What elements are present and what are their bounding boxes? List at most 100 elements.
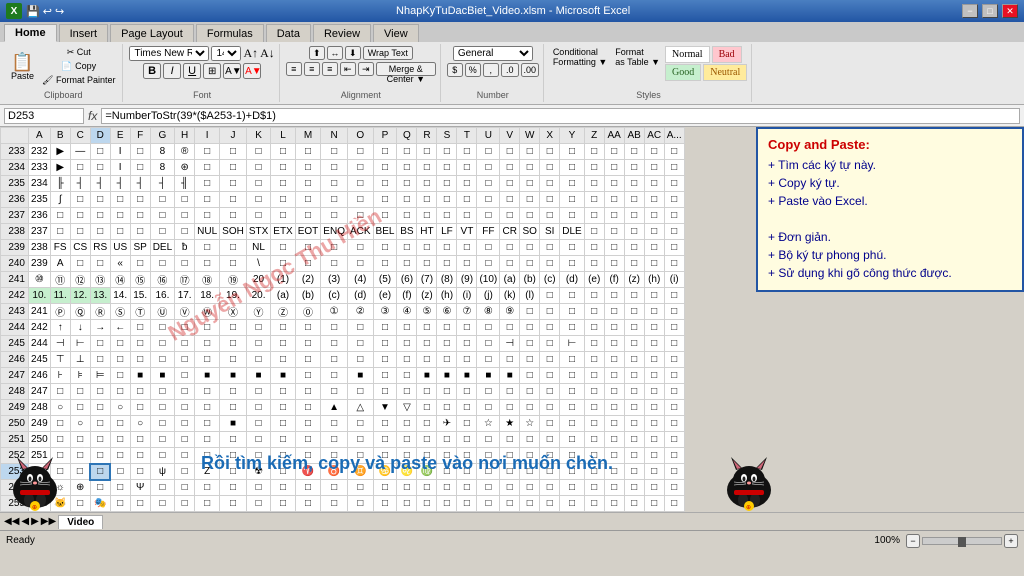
table-cell[interactable]: □: [500, 240, 520, 256]
table-cell[interactable]: □: [560, 304, 584, 320]
table-cell[interactable]: □: [540, 496, 560, 512]
table-cell[interactable]: □: [520, 400, 540, 416]
table-cell[interactable]: □: [295, 400, 321, 416]
table-cell[interactable]: □: [110, 224, 130, 240]
row-header[interactable]: 244: [1, 320, 29, 336]
table-cell[interactable]: (b): [520, 272, 540, 288]
table-cell[interactable]: □: [90, 208, 110, 224]
col-Q[interactable]: Q: [397, 128, 417, 144]
table-cell[interactable]: □: [604, 464, 624, 480]
table-cell[interactable]: □: [584, 480, 604, 496]
table-row[interactable]: 239238FSCSRSUSSPDELƀ□□NL□□□□□□□□□□□□□□□□…: [1, 240, 685, 256]
table-cell[interactable]: □: [540, 368, 560, 384]
table-row[interactable]: 245244⊣⊢□□□□□□□□□□□□□□□□□□⊣□□⊢□□□□□: [1, 336, 685, 352]
table-cell[interactable]: ┤: [150, 176, 174, 192]
table-cell[interactable]: ⑪: [50, 272, 70, 288]
table-cell[interactable]: 237: [29, 224, 51, 240]
align-left-button[interactable]: ≡: [286, 62, 302, 76]
table-cell[interactable]: CR: [500, 224, 520, 240]
table-cell[interactable]: □: [417, 176, 437, 192]
zoom-in-button[interactable]: +: [1004, 534, 1018, 548]
table-cell[interactable]: □: [321, 192, 348, 208]
table-cell[interactable]: □: [584, 464, 604, 480]
table-cell[interactable]: ┤: [110, 176, 130, 192]
font-grow-icon[interactable]: A↑: [243, 46, 258, 61]
table-cell[interactable]: □: [644, 384, 664, 400]
table-cell[interactable]: □: [321, 160, 348, 176]
table-cell[interactable]: □: [295, 320, 321, 336]
table-cell[interactable]: □: [664, 400, 684, 416]
col-Z[interactable]: Z: [584, 128, 604, 144]
table-cell[interactable]: DEL: [150, 240, 174, 256]
table-cell[interactable]: □: [520, 256, 540, 272]
table-cell[interactable]: 236: [29, 208, 51, 224]
formula-input[interactable]: [101, 108, 1020, 124]
table-cell[interactable]: □: [664, 496, 684, 512]
table-cell[interactable]: □: [500, 464, 520, 480]
table-cell[interactable]: ▽: [397, 400, 417, 416]
table-cell[interactable]: □: [295, 368, 321, 384]
table-cell[interactable]: □: [457, 464, 477, 480]
table-cell[interactable]: □: [50, 224, 70, 240]
col-M[interactable]: M: [295, 128, 321, 144]
table-cell[interactable]: □: [520, 160, 540, 176]
table-cell[interactable]: NUL: [195, 224, 220, 240]
table-cell[interactable]: □: [90, 480, 110, 496]
table-cell[interactable]: (a): [500, 272, 520, 288]
table-cell[interactable]: □: [220, 192, 247, 208]
table-cell[interactable]: □: [295, 160, 321, 176]
table-cell[interactable]: ♉: [321, 464, 348, 480]
col-X[interactable]: X: [540, 128, 560, 144]
table-cell[interactable]: □: [604, 448, 624, 464]
table-cell[interactable]: □: [397, 496, 417, 512]
table-cell[interactable]: □: [584, 304, 604, 320]
table-cell[interactable]: 13.: [90, 288, 110, 304]
table-cell[interactable]: □: [520, 384, 540, 400]
sheet-tab-video[interactable]: Video: [58, 515, 103, 529]
table-row[interactable]: 247246⊦⊧⊨□■■□■■■■□□■□□■■■■■□□□□□□□□: [1, 368, 685, 384]
table-cell[interactable]: 234: [29, 176, 51, 192]
table-cell[interactable]: □: [397, 448, 417, 464]
table-row[interactable]: 243241ⓅⓆⓇⓈⓉⓊⓋⓌⓍⓎⓏ⓪①②③④⑤⑥⑦⑧⑨□□□□□□□□: [1, 304, 685, 320]
conditional-formatting-button[interactable]: ConditionalFormatting ▼: [550, 46, 610, 81]
table-row[interactable]: 251250□□□□□□□□□□□□□□□□□□□□□□□□□□□□□: [1, 432, 685, 448]
table-cell[interactable]: Ⓤ: [150, 304, 174, 320]
table-cell[interactable]: □: [540, 400, 560, 416]
table-cell[interactable]: □: [624, 144, 644, 160]
table-cell[interactable]: □: [150, 400, 174, 416]
table-cell[interactable]: □: [664, 256, 684, 272]
table-cell[interactable]: □: [321, 336, 348, 352]
table-cell[interactable]: (1): [271, 272, 295, 288]
table-cell[interactable]: (3): [321, 272, 348, 288]
table-cell[interactable]: □: [195, 176, 220, 192]
table-cell[interactable]: ③: [373, 304, 397, 320]
table-cell[interactable]: CS: [70, 240, 90, 256]
table-cell[interactable]: ⑫: [70, 272, 90, 288]
table-cell[interactable]: □: [500, 400, 520, 416]
col-AD[interactable]: A...: [664, 128, 684, 144]
font-shrink-icon[interactable]: A↓: [260, 46, 275, 61]
table-cell[interactable]: 248: [29, 400, 51, 416]
table-cell[interactable]: □: [150, 192, 174, 208]
table-cell[interactable]: □: [246, 336, 270, 352]
table-cell[interactable]: □: [271, 240, 295, 256]
table-cell[interactable]: □: [477, 464, 500, 480]
table-cell[interactable]: Ⓢ: [110, 304, 130, 320]
table-cell[interactable]: «: [110, 256, 130, 272]
table-cell[interactable]: □: [220, 464, 247, 480]
table-cell[interactable]: □: [271, 400, 295, 416]
table-cell[interactable]: □: [373, 192, 397, 208]
table-cell[interactable]: □: [220, 448, 247, 464]
table-cell[interactable]: □: [295, 416, 321, 432]
table-cell[interactable]: (i): [664, 272, 684, 288]
table-cell[interactable]: □: [295, 208, 321, 224]
table-row[interactable]: 253252□□□□□ψ□Z□☢□♈♉♊♋♌♍□□□□□□□□□□□□: [1, 464, 685, 480]
table-cell[interactable]: FS: [50, 240, 70, 256]
table-cell[interactable]: □: [477, 496, 500, 512]
table-cell[interactable]: □: [246, 160, 270, 176]
table-cell[interactable]: □: [110, 368, 130, 384]
table-cell[interactable]: □: [150, 336, 174, 352]
table-cell[interactable]: □: [347, 480, 373, 496]
table-cell[interactable]: □: [150, 432, 174, 448]
table-cell[interactable]: ⑩: [29, 272, 51, 288]
